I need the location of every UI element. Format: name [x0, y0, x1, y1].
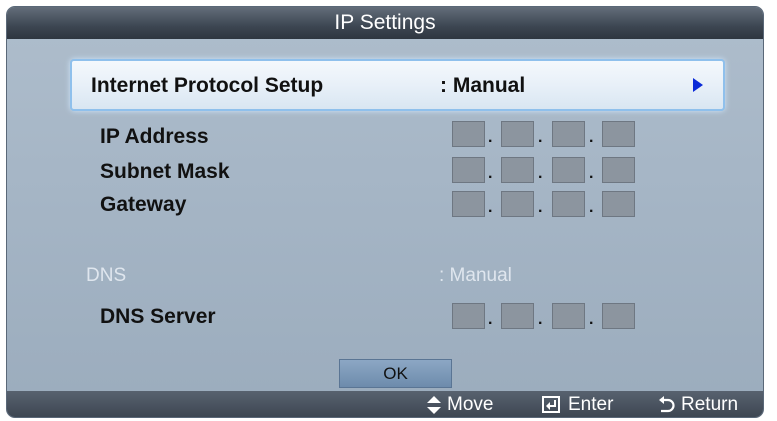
- ip-octet-3[interactable]: [552, 121, 585, 147]
- dns-octet-2[interactable]: [501, 303, 534, 329]
- internet-protocol-setup-row[interactable]: Internet Protocol Setup : Manual: [70, 59, 725, 111]
- internet-protocol-setup-label: Internet Protocol Setup: [91, 74, 324, 97]
- octet-separator: .: [589, 311, 594, 328]
- move-hint-label: Move: [447, 394, 494, 415]
- return-hint-label: Return: [681, 394, 739, 415]
- ok-button[interactable]: OK: [339, 359, 452, 388]
- subnet-octet-1[interactable]: [452, 157, 485, 183]
- subnet-mask-field[interactable]: . . .: [452, 157, 652, 183]
- right-triangle-icon: [693, 78, 703, 92]
- gateway-octet-1[interactable]: [452, 191, 485, 217]
- octet-separator: .: [488, 165, 493, 182]
- move-hint: Move: [427, 394, 493, 416]
- ip-address-field[interactable]: . . .: [452, 121, 652, 147]
- octet-separator: .: [488, 311, 493, 328]
- gateway-field[interactable]: . . .: [452, 191, 652, 217]
- gateway-octet-4[interactable]: [602, 191, 635, 217]
- internet-protocol-setup-value: : Manual: [440, 74, 526, 97]
- octet-separator: .: [538, 199, 543, 216]
- octet-separator: .: [488, 199, 493, 216]
- ip-settings-dialog: IP Settings Internet Protocol Setup : Ma…: [6, 6, 764, 418]
- hint-bar: Move Enter Return: [7, 391, 763, 417]
- up-down-arrows-icon: [427, 396, 441, 414]
- dns-octet-3[interactable]: [552, 303, 585, 329]
- gateway-octet-2[interactable]: [501, 191, 534, 217]
- octet-separator: .: [538, 165, 543, 182]
- dns-value: : Manual: [439, 265, 512, 286]
- enter-hint: Enter: [542, 394, 613, 416]
- dialog-title: IP Settings: [7, 7, 763, 39]
- subnet-octet-2[interactable]: [501, 157, 534, 183]
- octet-separator: .: [589, 165, 594, 182]
- dns-octet-1[interactable]: [452, 303, 485, 329]
- ip-octet-2[interactable]: [501, 121, 534, 147]
- dns-server-field[interactable]: . . .: [452, 303, 652, 329]
- dns-octet-4[interactable]: [602, 303, 635, 329]
- subnet-octet-3[interactable]: [552, 157, 585, 183]
- dns-server-label: DNS Server: [100, 305, 216, 328]
- subnet-octet-4[interactable]: [602, 157, 635, 183]
- gateway-octet-3[interactable]: [552, 191, 585, 217]
- enter-icon: [542, 396, 560, 413]
- return-hint: Return: [657, 394, 738, 416]
- subnet-mask-label: Subnet Mask: [100, 160, 230, 183]
- octet-separator: .: [488, 129, 493, 146]
- octet-separator: .: [589, 129, 594, 146]
- octet-separator: .: [538, 129, 543, 146]
- enter-hint-label: Enter: [568, 394, 614, 415]
- dns-label: DNS: [86, 265, 127, 286]
- return-arrow-icon: [659, 396, 675, 413]
- ip-octet-1[interactable]: [452, 121, 485, 147]
- ip-octet-4[interactable]: [602, 121, 635, 147]
- gateway-label: Gateway: [100, 193, 187, 216]
- octet-separator: .: [538, 311, 543, 328]
- octet-separator: .: [589, 199, 594, 216]
- ip-address-label: IP Address: [100, 125, 209, 148]
